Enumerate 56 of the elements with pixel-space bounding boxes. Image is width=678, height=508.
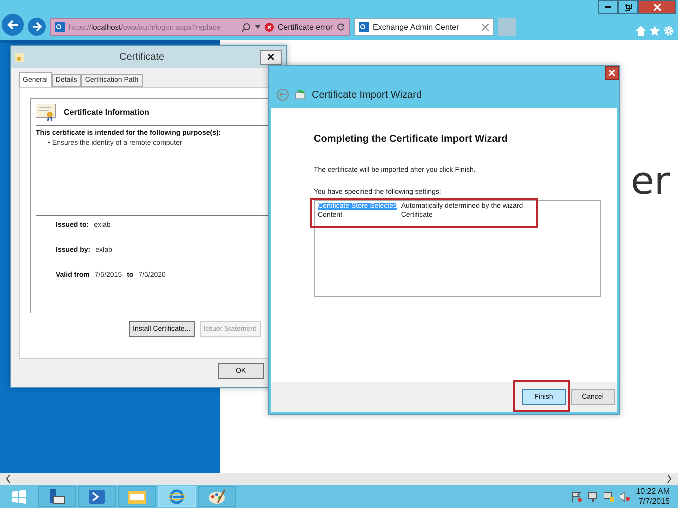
time-text: 10:22 AM	[636, 487, 670, 496]
back-icon	[277, 89, 289, 101]
windows-logo-icon	[12, 490, 26, 504]
date-text: 7/7/2015	[638, 496, 670, 506]
close-button[interactable]	[605, 66, 619, 80]
certificate-error-text[interactable]: Certificate error	[278, 22, 333, 32]
settings-icon	[664, 26, 674, 36]
section-title: Certificate Information	[64, 108, 150, 117]
certificate-icon	[15, 52, 24, 62]
taskbar-app-button[interactable]	[38, 486, 76, 507]
forward-button[interactable]	[28, 18, 46, 36]
palette-icon	[208, 488, 226, 504]
close-icon	[654, 4, 660, 10]
close-button[interactable]	[260, 50, 282, 64]
network-icon	[588, 492, 598, 502]
close-icon	[482, 24, 489, 30]
taskbar-app-button[interactable]	[78, 486, 116, 507]
mail-icon	[359, 22, 369, 32]
star-icon	[650, 26, 660, 36]
close-icon	[268, 54, 274, 60]
minimize-button[interactable]	[598, 0, 618, 14]
chevron-left-icon	[6, 475, 11, 483]
certificate-icon	[295, 90, 306, 100]
taskbar-app-button[interactable]	[118, 486, 156, 507]
wizard-title: Certificate Import Wizard	[312, 90, 422, 100]
arrow-left-icon	[7, 19, 19, 31]
home-icon	[636, 26, 646, 36]
monitor-icon	[604, 492, 614, 502]
taskbar-app-button[interactable]	[158, 486, 196, 507]
caret-icon	[254, 25, 261, 29]
folder-icon	[128, 489, 146, 504]
arrow-right-icon	[32, 22, 42, 32]
clock[interactable]: 10:22 AM 7/7/2015	[636, 487, 670, 506]
flag-icon	[572, 492, 582, 502]
refresh-icon	[337, 23, 345, 31]
terminal-icon	[89, 490, 105, 504]
back-button[interactable]	[2, 14, 24, 36]
tab-title: Exchange Admin Center	[373, 22, 460, 32]
speaker-muted-icon	[620, 492, 630, 502]
error-icon	[264, 22, 274, 32]
certificate-icon	[36, 104, 56, 121]
browser-icon	[169, 488, 185, 504]
search-icon	[242, 22, 251, 32]
browser-tab[interactable]: Exchange Admin Center	[354, 18, 494, 36]
minimize-icon	[605, 6, 611, 8]
restore-icon	[624, 4, 632, 10]
wizard-heading: Completing the Certificate Import Wizard	[314, 134, 509, 145]
close-icon	[609, 70, 615, 76]
dialog-title: Certificate	[118, 52, 166, 62]
chevron-right-icon	[667, 475, 672, 483]
taskbar-app-button[interactable]	[198, 486, 236, 507]
server-icon	[48, 488, 66, 504]
mail-icon	[55, 22, 65, 32]
page-heading: er	[630, 162, 670, 202]
horizontal-scrollbar[interactable]	[0, 473, 678, 485]
restore-button[interactable]	[618, 0, 638, 14]
